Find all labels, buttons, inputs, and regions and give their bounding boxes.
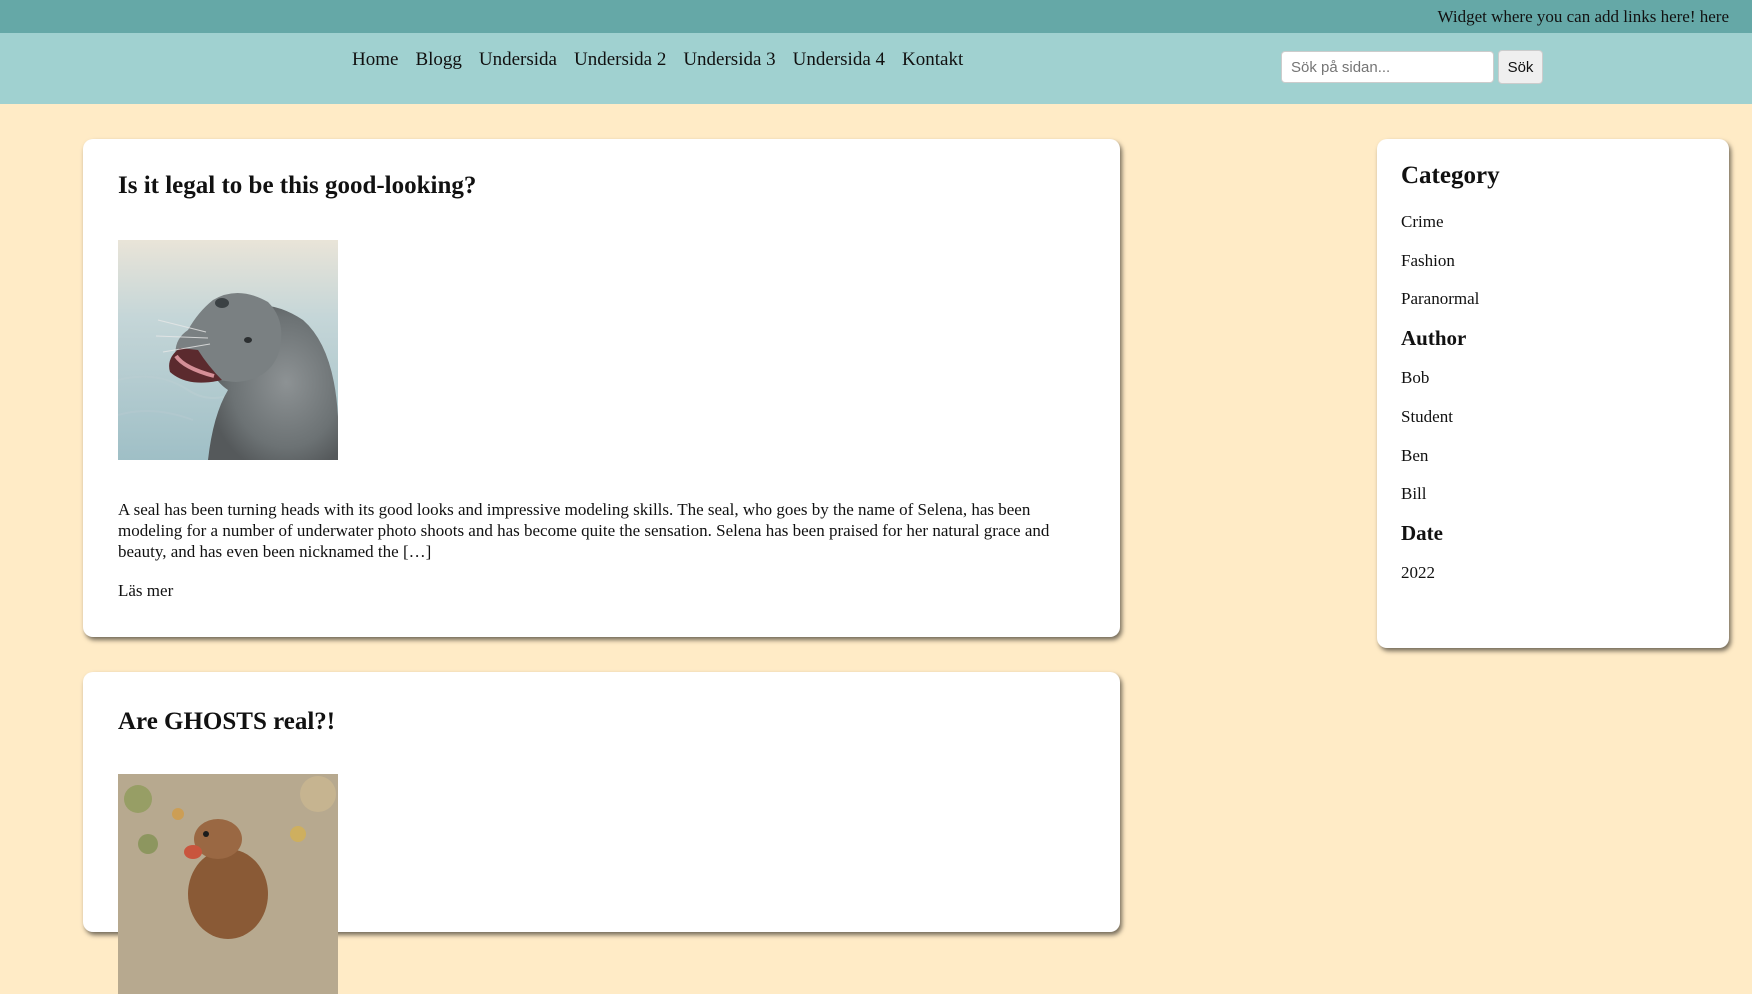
post-title[interactable]: Are GHOSTS real?! [118,708,335,736]
author-heading: Author [1401,326,1467,350]
top-widget-bar: Widget where you can add links here! her… [0,0,1752,33]
author-link-bob[interactable]: Bob [1401,368,1429,388]
post-title[interactable]: Is it legal to be this good-looking? [118,172,476,200]
main-header: Home Blogg Undersida Undersida 2 Undersi… [0,33,1752,104]
post-card: Is it legal to be this good-looking? A s… [83,139,1120,637]
category-heading: Category [1401,162,1500,189]
post-thumbnail-prairie-dog[interactable] [118,774,338,994]
date-link-2022[interactable]: 2022 [1401,563,1435,583]
category-link-paranormal[interactable]: Paranormal [1401,289,1479,309]
seal-photo-icon [118,240,338,460]
nav-item-home[interactable]: Home [352,49,398,71]
search-button[interactable]: Sök [1498,50,1543,84]
search-form: Sök [1281,50,1543,84]
search-input[interactable] [1281,51,1494,83]
prairie-dog-photo-icon [118,774,338,994]
author-link-ben[interactable]: Ben [1401,446,1428,466]
read-more-link[interactable]: Läs mer [118,581,173,601]
post-card: Are GHOSTS real?! [83,672,1120,994]
category-link-crime[interactable]: Crime [1401,212,1444,232]
category-link-fashion[interactable]: Fashion [1401,251,1455,271]
nav-item-undersida-2[interactable]: Undersida 2 [574,49,666,71]
post-thumbnail-seal[interactable] [118,240,338,460]
date-heading: Date [1401,521,1443,545]
widget-links-text[interactable]: Widget where you can add links here! her… [1438,0,1730,33]
post-excerpt: A seal has been turning heads with its g… [118,500,1050,561]
nav-item-undersida[interactable]: Undersida [479,49,557,71]
nav-item-undersida-4[interactable]: Undersida 4 [793,49,885,71]
nav-item-undersida-3[interactable]: Undersida 3 [683,49,775,71]
sidebar: Category Crime Fashion Paranormal Author… [1377,139,1729,648]
author-link-bill[interactable]: Bill [1401,484,1427,504]
main-nav: Home Blogg Undersida Undersida 2 Undersi… [352,49,963,71]
nav-item-blogg[interactable]: Blogg [415,49,461,71]
author-link-student[interactable]: Student [1401,407,1453,427]
nav-item-kontakt[interactable]: Kontakt [902,49,963,71]
